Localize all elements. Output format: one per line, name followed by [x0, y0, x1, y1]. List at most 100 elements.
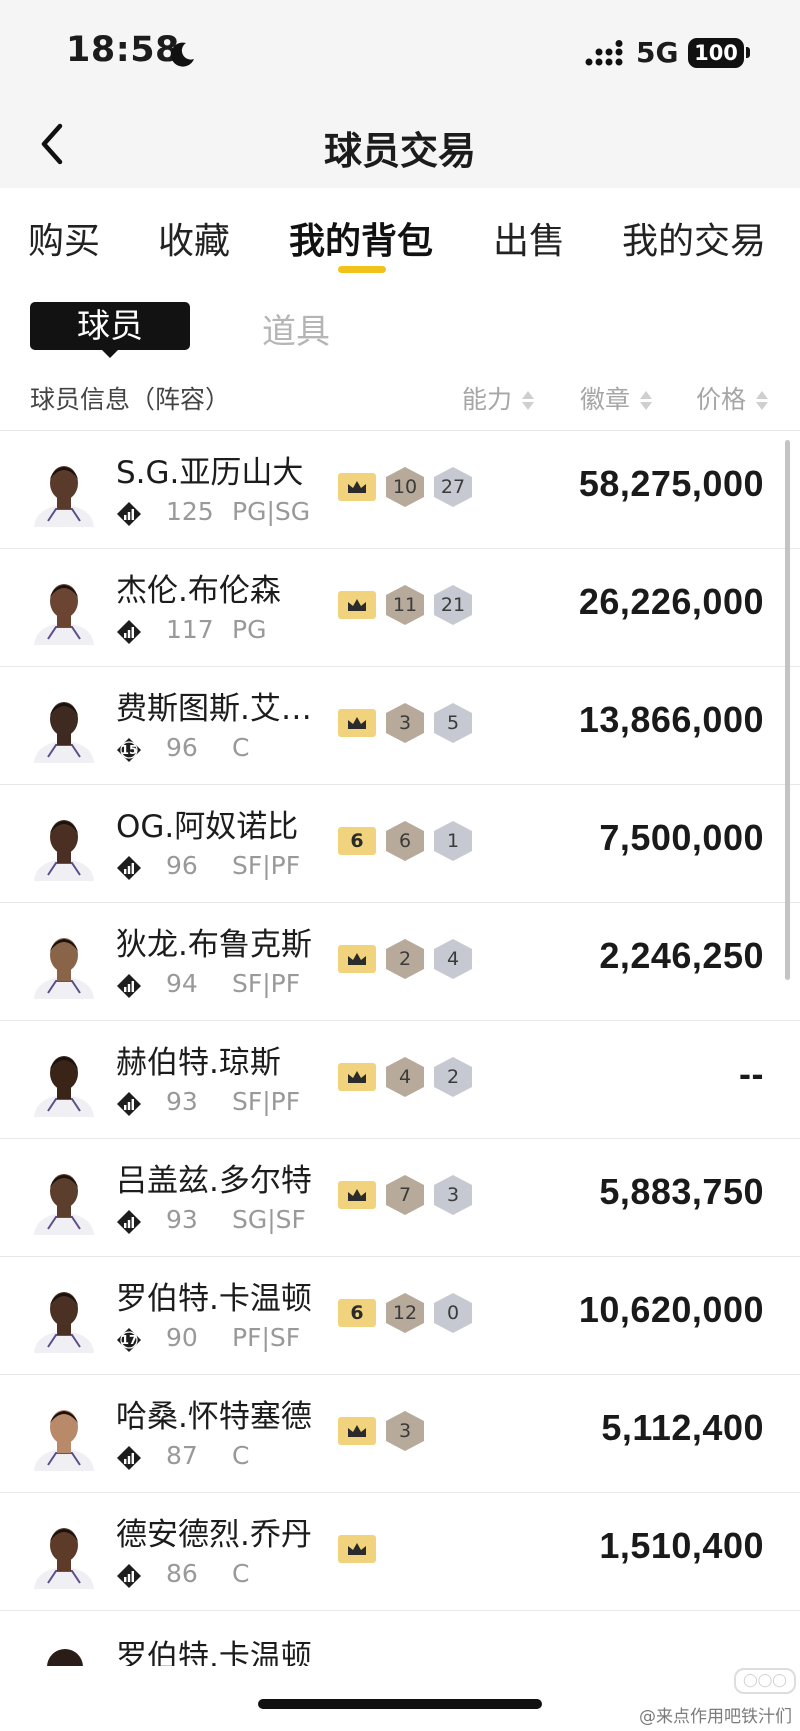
player-position: C	[232, 733, 250, 762]
top-tabs: 购买 收藏 我的背包 出售 我的交易	[0, 188, 800, 280]
watermark-logo: ◯◯◯	[734, 1668, 796, 1694]
tab-sell[interactable]: 出售	[493, 212, 565, 264]
player-price: 1,510,400	[599, 1525, 764, 1566]
player-name: 杰伦.布伦森	[116, 573, 281, 609]
player-name: 吕盖兹.多尔特	[116, 1163, 312, 1199]
player-row[interactable]: 德安德烈.乔丹 86 C 1,510,400	[0, 1493, 800, 1611]
badge-group: 11 21	[338, 585, 472, 625]
player-price: 26,226,000	[578, 581, 764, 622]
player-avatar	[34, 820, 94, 881]
player-row[interactable]: 哈桑.怀特塞德 87 C 3 5,112,400	[0, 1375, 800, 1493]
player-ovr: 94	[166, 969, 198, 998]
home-indicator[interactable]	[258, 1699, 542, 1709]
sort-arrows-icon	[522, 390, 535, 412]
badge-group: 661	[338, 821, 472, 861]
player-price: 5,883,750	[599, 1171, 764, 1212]
player-name: 狄龙.布鲁克斯	[116, 927, 312, 963]
badge-group: 73	[338, 1175, 472, 1215]
bronze-badge: 7	[386, 1175, 424, 1215]
player-position: C	[232, 1441, 250, 1470]
player-avatar	[34, 1292, 94, 1353]
gold-badge: 6	[338, 1299, 376, 1327]
status-bar: 18:58 5G 100	[0, 0, 800, 100]
sort-badges[interactable]: 徽章	[580, 380, 653, 416]
sort-price[interactable]: 价格	[696, 380, 769, 416]
rating-tier-icon	[117, 620, 141, 644]
player-row[interactable]: 费斯图斯.艾… 15 96 C 35 13,866,000	[0, 667, 800, 785]
partial-list-item[interactable]: 罗伯特.卡温顿	[0, 1611, 800, 1666]
player-price: 2,246,250	[599, 935, 764, 976]
sort-arrows-icon	[640, 390, 653, 412]
column-player-info: 球员信息（阵容）	[30, 385, 231, 414]
crown-badge-icon	[338, 1417, 376, 1445]
player-position: SG|SF	[232, 1205, 306, 1234]
player-avatar	[34, 584, 94, 645]
player-name: 费斯图斯.艾…	[116, 691, 312, 727]
crown-badge-icon	[338, 473, 376, 501]
active-tab-indicator	[338, 266, 386, 273]
bronze-badge: 2	[386, 939, 424, 979]
player-price: --	[739, 1053, 764, 1094]
badge-group: 3	[338, 1411, 424, 1451]
bronze-badge: 3	[386, 703, 424, 743]
gold-badge: 6	[338, 827, 376, 855]
scrollbar[interactable]	[785, 440, 790, 980]
badge-group: 35	[338, 703, 472, 743]
player-position: SF|PF	[232, 851, 301, 880]
sort-ability[interactable]: 能力	[462, 380, 535, 416]
player-price: 7,500,000	[599, 817, 764, 858]
bronze-badge: 10	[386, 467, 424, 507]
sort-ability-label: 能力	[462, 385, 513, 414]
rating-tier-icon	[117, 1210, 141, 1234]
rating-tier-icon	[117, 1092, 141, 1116]
sort-price-label: 价格	[696, 385, 747, 414]
segment-pointer	[100, 348, 120, 358]
player-row[interactable]: 狄龙.布鲁克斯 94 SF|PF 24 2,246,250	[0, 903, 800, 1021]
silver-badge: 5	[434, 703, 472, 743]
page-title: 球员交易	[323, 129, 476, 173]
silver-badge: 4	[434, 939, 472, 979]
sort-arrows-icon	[756, 390, 769, 412]
player-avatar	[34, 938, 94, 999]
crown-badge-icon	[338, 945, 376, 973]
player-price: 13,866,000	[578, 699, 764, 740]
silver-badge: 21	[434, 585, 472, 625]
player-avatar	[34, 466, 94, 527]
player-ovr: 125	[166, 497, 214, 526]
tab-buy[interactable]: 购买	[28, 212, 100, 264]
player-row[interactable]: 罗伯特.卡温顿 17 90 PF|SF 6 12 0 10,620,000	[0, 1257, 800, 1375]
crown-badge-icon	[338, 1535, 376, 1563]
player-name: 罗伯特.卡温顿	[116, 1639, 312, 1666]
tab-favorites[interactable]: 收藏	[158, 212, 230, 264]
player-row[interactable]: OG.阿奴诺比 96 SF|PF 661 7,500,000	[0, 785, 800, 903]
tier-number: 17	[120, 1333, 138, 1347]
player-ovr: 96	[166, 851, 198, 880]
player-name: 罗伯特.卡温顿	[116, 1281, 312, 1317]
player-position: PG|SG	[232, 497, 311, 526]
rating-tier-icon	[117, 1564, 141, 1588]
player-row[interactable]: 杰伦.布伦森 117 PG 11 21 26,226,000	[0, 549, 800, 667]
segment-items[interactable]: 道具	[262, 304, 330, 353]
player-row[interactable]: S.G.亚历山大 125 PG|SG 10 27 58,275,000	[0, 431, 800, 549]
moon-icon	[170, 42, 194, 67]
badge-group: 24	[338, 939, 472, 979]
player-row[interactable]: 吕盖兹.多尔特 93 SG|SF 73 5,883,750	[0, 1139, 800, 1257]
badge-group	[338, 1529, 376, 1569]
crown-badge-icon	[338, 591, 376, 619]
player-row[interactable]: 赫伯特.琼斯 93 SF|PF 42 --	[0, 1021, 800, 1139]
rating-tier-icon	[117, 856, 141, 880]
badge-group: 42	[338, 1057, 472, 1097]
player-position: PF|SF	[232, 1323, 301, 1352]
silver-badge: 1	[434, 821, 472, 861]
badge-group: 10 27	[338, 467, 472, 507]
player-name: S.G.亚历山大	[116, 455, 304, 491]
player-avatar	[34, 1056, 94, 1117]
crown-badge-icon	[338, 1063, 376, 1091]
segment-players[interactable]: 球员	[30, 302, 190, 350]
rating-tier-icon	[117, 974, 141, 998]
silver-badge: 0	[434, 1293, 472, 1333]
tab-my-backpack[interactable]: 我的背包	[289, 212, 433, 264]
bronze-badge: 4	[386, 1057, 424, 1097]
segment-control: 球员 道具	[0, 290, 800, 365]
tab-my-trades[interactable]: 我的交易	[622, 212, 766, 264]
